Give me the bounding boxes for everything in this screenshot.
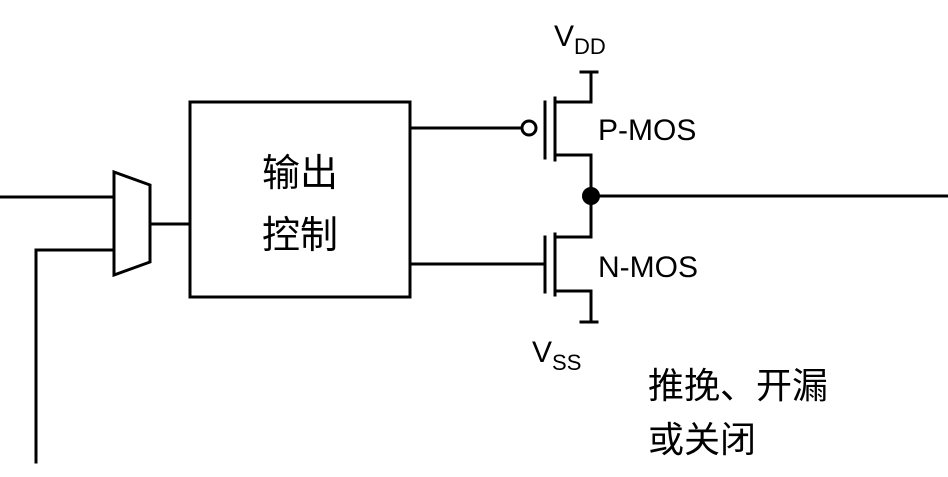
control-block-label-line1: 输出 <box>262 151 338 195</box>
pmos-gate-bubble <box>520 119 538 137</box>
multiplexer-symbol <box>112 169 152 278</box>
pmos-label: P-MOS <box>598 114 696 147</box>
pmos-transistor <box>520 96 593 162</box>
output-control-block <box>188 100 412 299</box>
nmos-transistor <box>543 232 593 297</box>
input-line-bottom <box>34 248 116 464</box>
vdd-label: VDD <box>554 20 606 59</box>
mode-text-line1: 推挽、开漏 <box>648 366 828 407</box>
mode-text-line2: 或关闭 <box>648 420 756 461</box>
output-stage-diagram: 输出 控制 VDD P-MOS N-MOS VSS 推挽、开漏 或关闭 <box>0 20 948 464</box>
nmos-label: N-MOS <box>598 251 698 284</box>
vss-label: VSS <box>532 336 581 375</box>
control-block-label-line2: 控制 <box>262 213 338 257</box>
